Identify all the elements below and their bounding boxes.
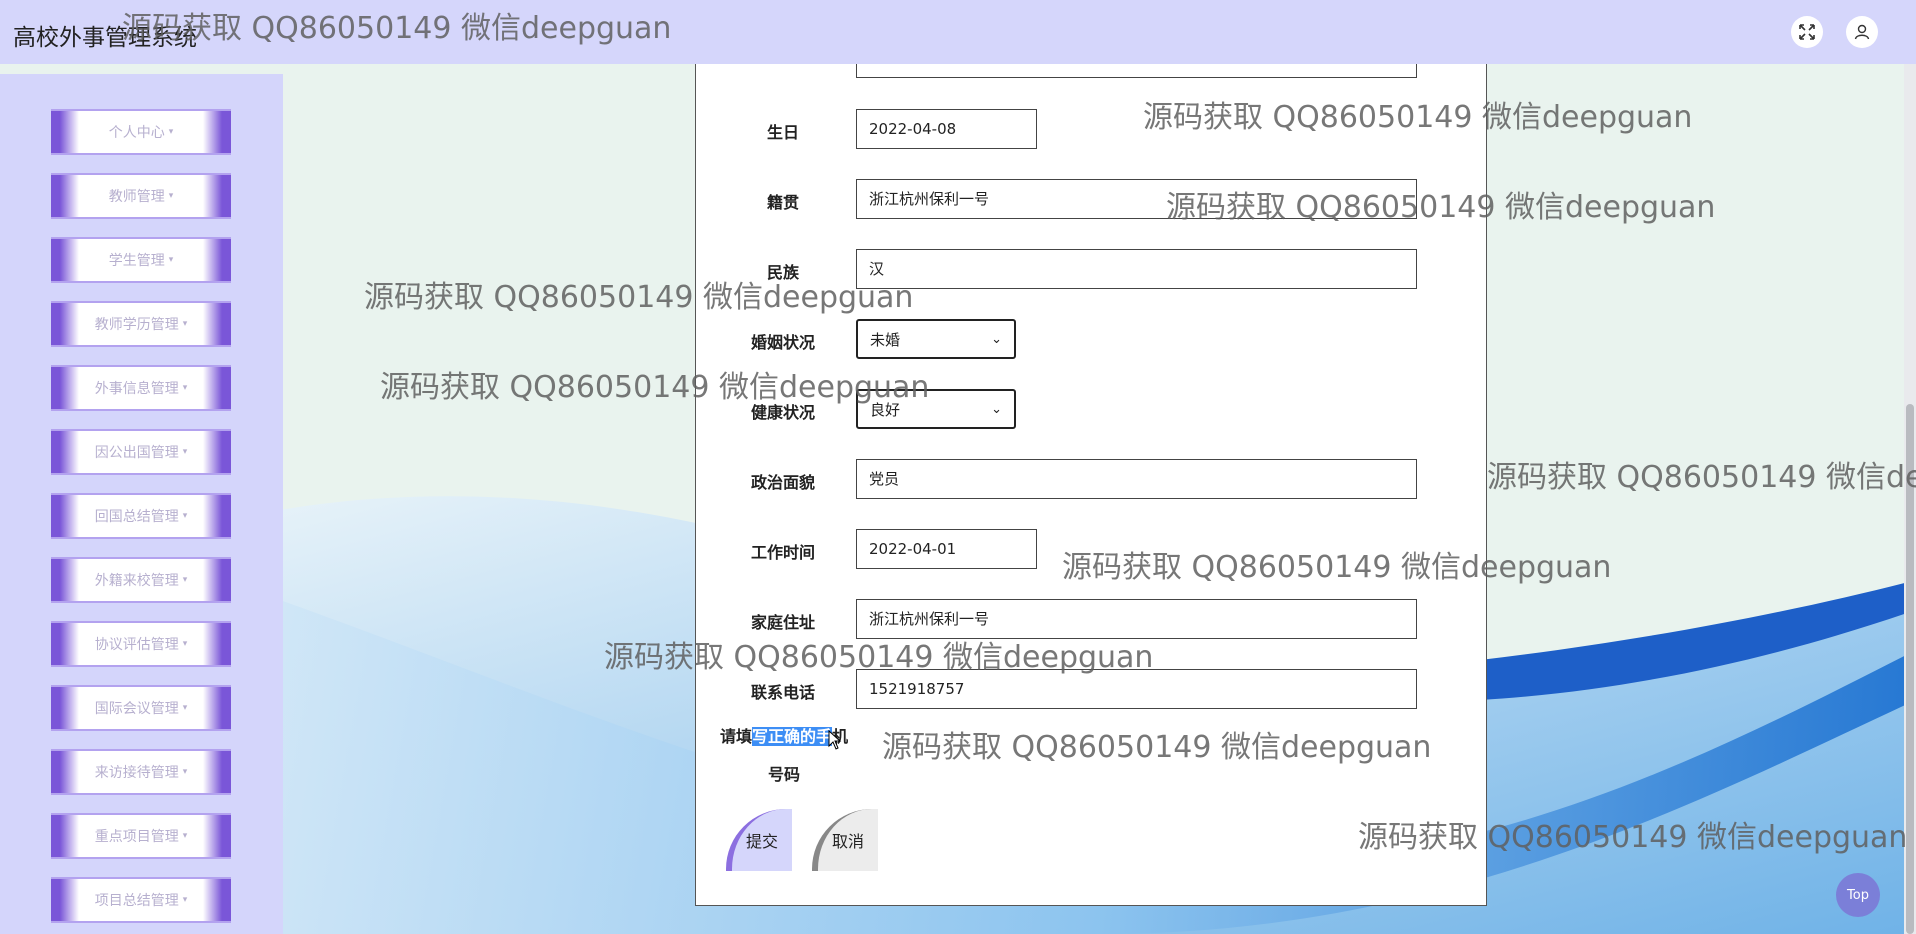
- back-to-top-button[interactable]: Top: [1836, 873, 1880, 917]
- address-field[interactable]: 浙江杭州保利一号: [856, 599, 1417, 639]
- sidebar-item-teacher[interactable]: 教师管理 ▾: [51, 173, 231, 219]
- chevron-down-icon: ▾: [182, 639, 188, 649]
- work-time-field[interactable]: 2022-04-01: [856, 529, 1037, 569]
- sidebar-item-label: 个人中心: [108, 125, 165, 141]
- id-card-field-clipped[interactable]: [856, 64, 1417, 78]
- sidebar-item-teacher-education[interactable]: 教师学历管理 ▾: [51, 301, 231, 347]
- marital-status-label: 婚姻状况: [750, 333, 815, 352]
- app-title: 高校外事管理系统: [13, 25, 197, 51]
- chevron-down-icon: ▾: [182, 831, 188, 841]
- health-status-select[interactable]: 良好 ⌄: [856, 389, 1016, 429]
- chevron-down-icon: ▾: [182, 319, 188, 329]
- chevron-down-icon: ▾: [182, 511, 188, 521]
- chevron-down-icon: ▾: [168, 255, 174, 265]
- submit-button[interactable]: 提交: [726, 809, 792, 871]
- sidebar-item-foreign-affairs[interactable]: 外事信息管理 ▾: [51, 365, 231, 411]
- birthday-label: 生日: [766, 123, 799, 142]
- political-status-field[interactable]: 党员: [856, 459, 1417, 499]
- chevron-down-icon: ▾: [182, 895, 188, 905]
- sidebar-item-reception[interactable]: 来访接待管理 ▾: [51, 749, 231, 795]
- political-status-label: 政治面貌: [750, 473, 815, 492]
- scrollbar-thumb[interactable]: [1906, 404, 1914, 934]
- sidebar-item-label: 项目总结管理: [94, 893, 179, 909]
- cancel-button[interactable]: 取消: [812, 809, 878, 871]
- sidebar-item-personal-center[interactable]: 个人中心 ▾: [51, 109, 231, 155]
- sidebar-item-label: 外籍来校管理: [94, 573, 179, 589]
- sidebar-item-official-abroad[interactable]: 因公出国管理 ▾: [51, 429, 231, 475]
- address-label: 家庭住址: [750, 613, 815, 632]
- top-header: 高校外事管理系统: [0, 0, 1916, 64]
- sidebar-item-label: 协议评估管理: [94, 637, 179, 653]
- health-status-value: 良好: [870, 400, 901, 419]
- marital-status-select[interactable]: 未婚 ⌄: [856, 319, 1016, 359]
- chevron-down-icon: ⌄: [991, 331, 1002, 347]
- sidebar-item-foreign-visit[interactable]: 外籍来校管理 ▾: [51, 557, 231, 603]
- sidebar-item-label: 国际会议管理: [94, 701, 179, 717]
- native-place-label: 籍贯: [766, 193, 799, 212]
- native-place-field[interactable]: 浙江杭州保利一号: [856, 179, 1417, 219]
- error-text-start: 请填: [719, 727, 752, 746]
- user-button[interactable]: [1846, 16, 1878, 48]
- fullscreen-button[interactable]: [1791, 16, 1823, 48]
- sidebar-item-conference[interactable]: 国际会议管理 ▾: [51, 685, 231, 731]
- sidebar-item-label: 回国总结管理: [94, 509, 179, 525]
- chevron-down-icon: ⌄: [991, 401, 1002, 417]
- ethnicity-label: 民族: [766, 263, 799, 282]
- sidebar-item-return-summary[interactable]: 回国总结管理 ▾: [51, 493, 231, 539]
- sidebar-item-label: 因公出国管理: [94, 445, 179, 461]
- error-text-selected: 写正确的手: [751, 727, 832, 746]
- chevron-down-icon: ▾: [182, 383, 188, 393]
- sidebar-item-label: 教师管理: [108, 189, 165, 205]
- chevron-down-icon: ▾: [182, 447, 188, 457]
- page-scrollbar[interactable]: [1904, 64, 1916, 934]
- sidebar-item-project-summary[interactable]: 项目总结管理 ▾: [51, 877, 231, 923]
- birthday-field[interactable]: 2022-04-08: [856, 109, 1037, 149]
- sidebar-item-student[interactable]: 学生管理 ▾: [51, 237, 231, 283]
- user-icon: [1854, 24, 1870, 40]
- sidebar-item-label: 来访接待管理: [94, 765, 179, 781]
- chevron-down-icon: ▾: [182, 575, 188, 585]
- work-time-label: 工作时间: [750, 543, 815, 562]
- chevron-down-icon: ▾: [182, 767, 188, 777]
- marital-status-value: 未婚: [870, 330, 901, 349]
- error-text-line2: 号码: [767, 765, 800, 784]
- sidebar-item-label: 学生管理: [108, 253, 165, 269]
- phone-field[interactable]: 1521918757: [856, 669, 1417, 709]
- sidebar-item-agreement[interactable]: 协议评估管理 ▾: [51, 621, 231, 667]
- phone-label: 联系电话: [750, 683, 815, 702]
- chevron-down-icon: ▾: [168, 191, 174, 201]
- sidebar: 个人中心 ▾ 教师管理 ▾ 学生管理 ▾ 教师学历管理 ▾ 外事信息管理 ▾ 因公出国管理…: [0, 74, 283, 934]
- chevron-down-icon: ▾: [168, 127, 174, 137]
- sidebar-item-label: 外事信息管理: [94, 381, 179, 397]
- sidebar-item-label: 教师学历管理: [94, 317, 179, 333]
- ethnicity-field[interactable]: 汉: [856, 249, 1417, 289]
- mouse-cursor-icon: [828, 730, 842, 750]
- edit-form: 生日 2022-04-08 籍贯 浙江杭州保利一号 民族 汉 婚姻状况 未婚 ⌄ …: [695, 64, 1487, 906]
- chevron-down-icon: ▾: [182, 703, 188, 713]
- fullscreen-icon: [1799, 24, 1815, 40]
- sidebar-item-key-project[interactable]: 重点项目管理 ▾: [51, 813, 231, 859]
- sidebar-item-label: 重点项目管理: [94, 829, 179, 845]
- health-status-label: 健康状况: [750, 403, 815, 422]
